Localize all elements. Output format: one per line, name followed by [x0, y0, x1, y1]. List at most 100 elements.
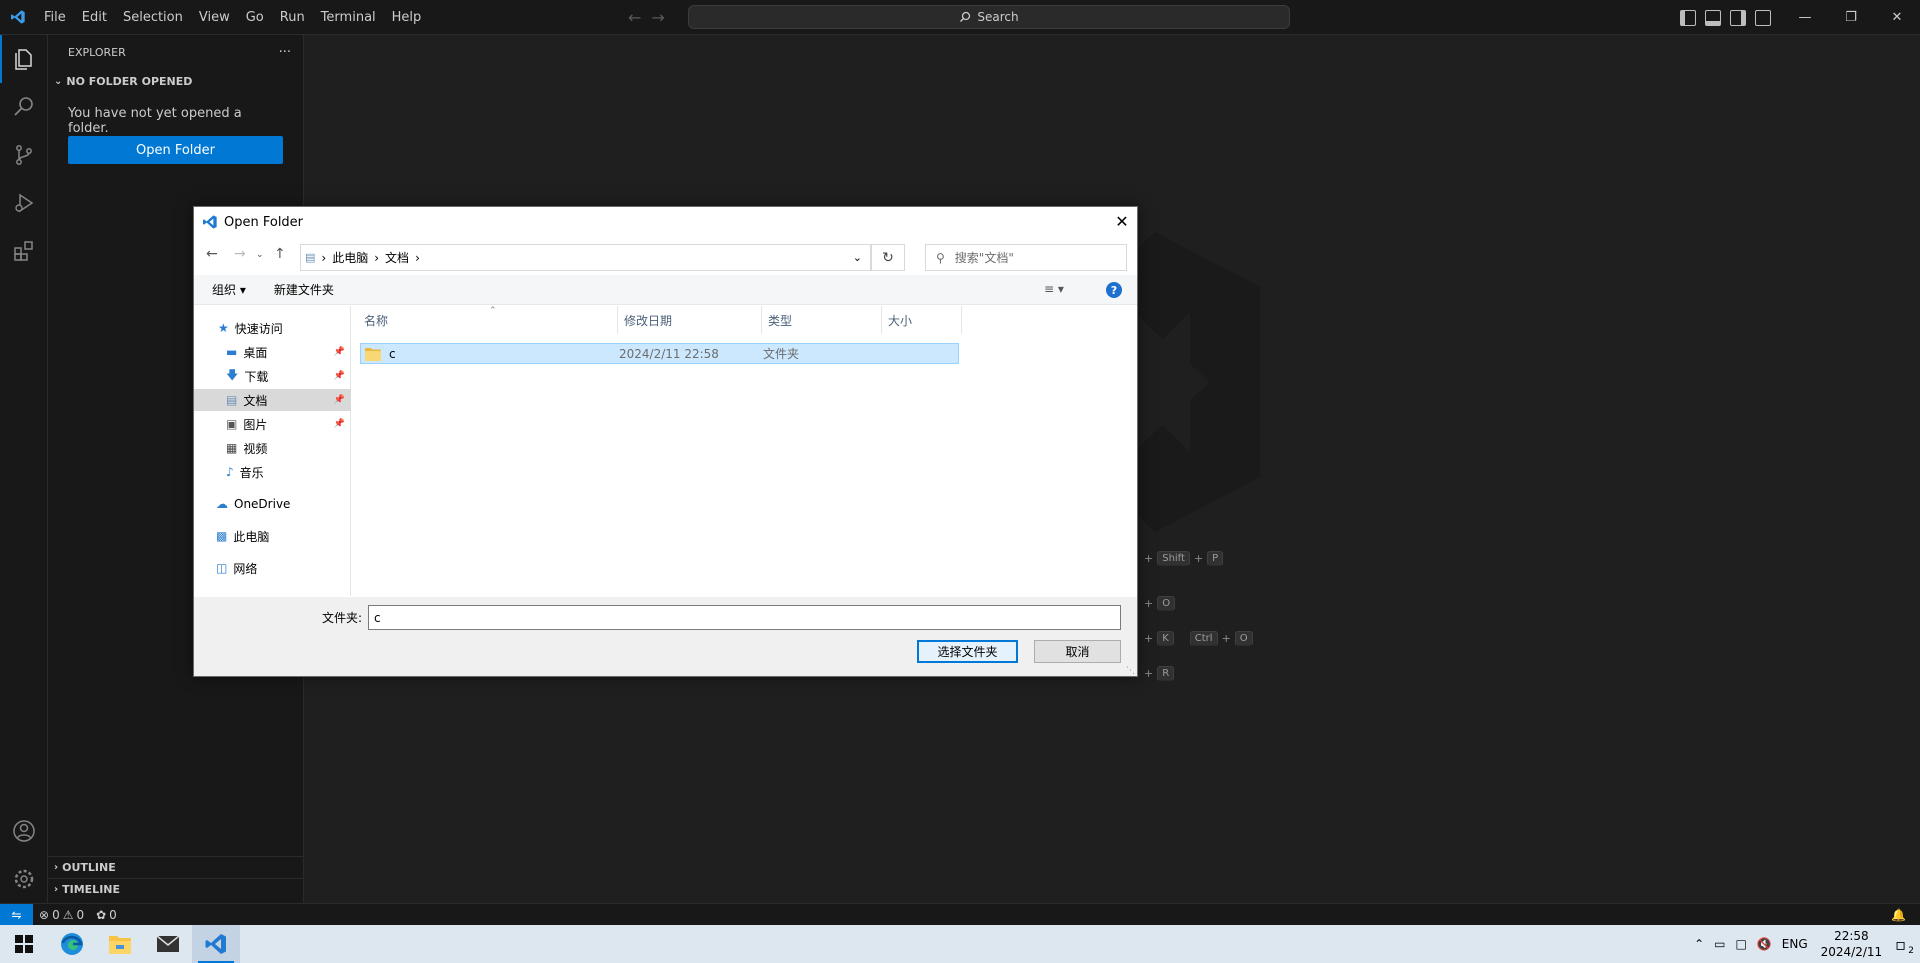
explorer-icon[interactable] — [0, 35, 48, 83]
nav-documents[interactable]: ▤ 文档 📌 — [194, 389, 351, 411]
problems-indicator[interactable]: ⊗ 0 ⚠ 0 — [33, 908, 90, 922]
shortcut-key: O — [1157, 596, 1176, 611]
edge-browser-icon[interactable] — [48, 925, 96, 963]
nav-videos[interactable]: ▦ 视频 — [194, 437, 351, 459]
organize-menu[interactable]: 组织 ▾ — [194, 281, 256, 298]
input-language[interactable]: ENG — [1777, 937, 1813, 951]
command-center-label: Search — [977, 10, 1019, 24]
nav-onedrive[interactable]: ☁ OneDrive — [194, 493, 351, 515]
chevron-up-icon[interactable]: ⌃ — [1689, 937, 1709, 951]
error-icon: ⊗ — [39, 907, 50, 922]
nav-quick-access[interactable]: ★ 快速访问 — [194, 317, 351, 339]
menu-file[interactable]: File — [36, 0, 74, 35]
resize-grip-icon[interactable]: ⋱ — [1126, 666, 1135, 676]
recent-locations-icon[interactable]: ⌄ — [256, 250, 264, 260]
menu-help[interactable]: Help — [384, 0, 430, 35]
clock-time: 22:58 — [1834, 929, 1869, 943]
shortcut-key: O — [1234, 631, 1253, 646]
forward-arrow-icon[interactable]: → — [234, 246, 246, 262]
mail-icon[interactable] — [144, 925, 192, 963]
timeline-section-header[interactable]: › TIMELINE — [48, 878, 304, 900]
column-header-name[interactable]: 名称 — [352, 306, 618, 334]
folder-field-label: 文件夹: — [322, 611, 363, 625]
warning-icon: ⚠ — [62, 907, 74, 922]
search-icon[interactable] — [0, 83, 48, 131]
nav-label: OneDrive — [234, 497, 291, 511]
forward-arrow-icon[interactable]: → — [651, 8, 664, 27]
change-view-icon[interactable]: ≡ ▾ — [1044, 282, 1064, 296]
volume-muted-icon[interactable]: 🔇 — [1752, 937, 1777, 951]
menu-go[interactable]: Go — [238, 0, 272, 35]
nav-this-pc[interactable]: ▩ 此电脑 — [194, 525, 351, 547]
column-header-modified[interactable]: 修改日期 — [618, 306, 762, 334]
nav-downloads[interactable]: 🡇 下载 📌 — [194, 365, 351, 387]
clock[interactable]: 22:58 2024/2/11 — [1813, 928, 1891, 960]
title-bar: File Edit Selection View Go Run Terminal… — [0, 0, 1920, 35]
customize-layout-icon[interactable] — [1755, 9, 1771, 26]
remote-indicator-icon[interactable]: ⇋ — [0, 903, 33, 926]
menu-view[interactable]: View — [191, 0, 238, 35]
toggle-panel-icon[interactable] — [1705, 9, 1721, 26]
error-count: 0 — [52, 907, 60, 922]
shortcut-open-folder: + K Ctrl + O — [1144, 631, 1253, 646]
toggle-secondary-sidebar-icon[interactable] — [1730, 9, 1746, 26]
back-arrow-icon[interactable]: ← — [628, 8, 641, 27]
menu-edit[interactable]: Edit — [74, 0, 115, 35]
close-icon[interactable]: ✕ — [1107, 207, 1137, 235]
no-folder-section-header[interactable]: ⌄ NO FOLDER OPENED — [48, 70, 303, 92]
run-debug-icon[interactable] — [0, 179, 48, 227]
breadcrumb-this-pc[interactable]: 此电脑 — [332, 249, 368, 266]
notifications-bell-icon[interactable]: 🔔 — [1891, 908, 1906, 922]
pin-icon: 📌 — [333, 347, 345, 357]
select-folder-button[interactable]: 选择文件夹 — [917, 640, 1018, 663]
source-control-icon[interactable] — [0, 131, 48, 179]
notification-center-icon[interactable]: ▫ 2 — [1890, 935, 1920, 956]
address-dropdown-icon[interactable]: ⌄ — [853, 251, 862, 264]
menu-run[interactable]: Run — [272, 0, 313, 35]
more-actions-icon[interactable]: ··· — [279, 45, 291, 60]
menu-selection[interactable]: Selection — [115, 0, 191, 35]
breadcrumb-documents[interactable]: 文档 — [385, 249, 409, 266]
menu-terminal[interactable]: Terminal — [313, 0, 384, 35]
back-arrow-icon[interactable]: ← — [206, 246, 218, 262]
open-folder-dialog: Open Folder ✕ ← → ⌄ ↑ ▤ › 此电脑 › 文档 › ⌄ ↻… — [193, 206, 1138, 677]
refresh-icon[interactable]: ↻ — [871, 244, 905, 271]
file-size-cell — [883, 344, 958, 363]
outline-section-header[interactable]: › OUTLINE — [48, 856, 304, 878]
command-center-search[interactable]: Search — [688, 5, 1290, 29]
cancel-button[interactable]: 取消 — [1034, 640, 1121, 663]
column-header-type[interactable]: 类型 — [762, 306, 882, 334]
help-icon[interactable]: ? — [1106, 282, 1122, 298]
new-folder-button[interactable]: 新建文件夹 — [256, 281, 344, 298]
nav-music[interactable]: ♪ 音乐 — [194, 461, 351, 483]
up-arrow-icon[interactable]: ↑ — [274, 246, 286, 262]
toggle-primary-sidebar-icon[interactable] — [1680, 9, 1696, 26]
dialog-search-box[interactable]: ⚲ 搜索"文档" — [925, 244, 1127, 271]
minimize-icon[interactable]: — — [1782, 0, 1828, 35]
nav-label: 下载 — [244, 369, 269, 384]
open-folder-button[interactable]: Open Folder — [68, 136, 283, 164]
search-placeholder: 搜索"文档" — [954, 251, 1014, 265]
sidebar-title: EXPLORER — [68, 46, 126, 59]
ports-indicator[interactable]: ✿ 0 — [90, 908, 123, 922]
dialog-title: Open Folder — [224, 214, 304, 230]
nav-pictures[interactable]: ▣ 图片 📌 — [194, 413, 351, 435]
column-header-size[interactable]: 大小 — [882, 306, 962, 334]
vscode-taskbar-icon[interactable] — [192, 925, 240, 963]
network-icon[interactable]: □ — [1730, 937, 1751, 951]
file-explorer-icon[interactable] — [96, 925, 144, 963]
nav-network[interactable]: ◫ 网络 — [194, 557, 351, 579]
address-bar[interactable]: ▤ › 此电脑 › 文档 › ⌄ — [300, 244, 871, 271]
nav-desktop[interactable]: ▬ 桌面 📌 — [194, 341, 351, 363]
outline-title: OUTLINE — [62, 861, 116, 874]
folder-name-input[interactable] — [368, 605, 1121, 630]
battery-icon[interactable]: ▭ — [1709, 937, 1730, 951]
settings-gear-icon[interactable] — [0, 855, 48, 903]
extensions-icon[interactable] — [0, 227, 48, 275]
sidebar-title-row: EXPLORER ··· — [48, 35, 303, 70]
table-row[interactable]: c 2024/2/11 22:58 文件夹 — [360, 343, 959, 364]
close-window-icon[interactable]: ✕ — [1874, 0, 1920, 35]
windows-start-icon[interactable] — [0, 925, 48, 963]
restore-icon[interactable]: ❐ — [1828, 0, 1874, 35]
accounts-icon[interactable] — [0, 807, 48, 855]
